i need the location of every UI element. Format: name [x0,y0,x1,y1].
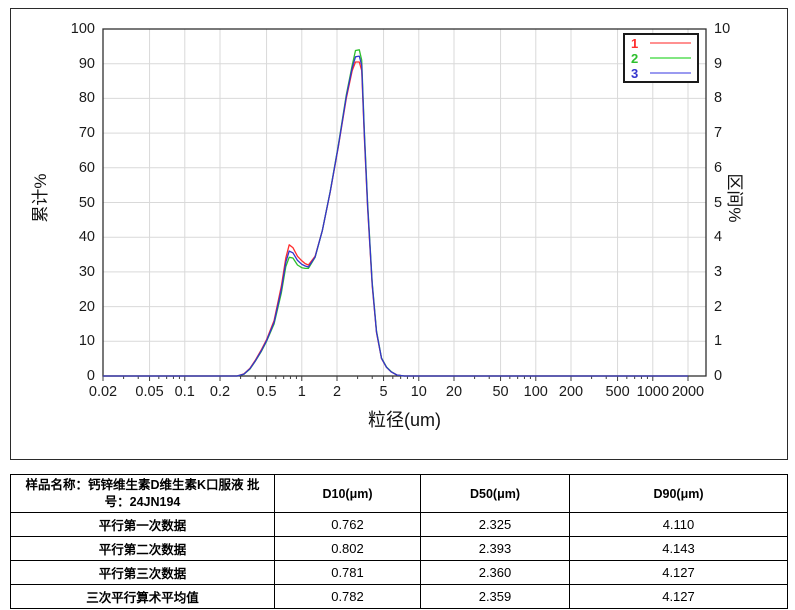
left-y-tick-label: 80 [49,90,95,106]
d10-value: 0.782 [275,585,421,609]
x-tick-label: 20 [430,384,478,400]
legend-series1-label: 1 [631,37,641,50]
x-tick-label: 2 [313,384,361,400]
left-y-tick-label: 10 [49,333,95,349]
d50-value: 2.325 [421,513,570,537]
d90-value: 4.143 [570,537,788,561]
d10-header-cell: D10(μm) [275,475,421,513]
x-tick-label: 2000 [664,384,712,400]
d50-value: 2.359 [421,585,570,609]
report-page: 0.020.050.10.20.512510205010020050010002… [0,0,795,610]
x-tick-label: 0.02 [79,384,127,400]
legend-series1-line-sample [650,42,691,44]
left-y-tick-label: 90 [49,56,95,72]
left-y-tick-label: 100 [49,21,95,37]
d10-value: 0.762 [275,513,421,537]
x-tick-label: 0.2 [196,384,244,400]
right-y-tick-label: 7 [714,125,744,141]
d90-value: 4.127 [570,561,788,585]
right-y-tick-label: 2 [714,299,744,315]
results-table: 样品名称：钙锌维生素D维生素K口服液 批号：24JN194 D10(μm) D5… [10,474,788,609]
row-label: 平行第三次数据 [11,561,275,585]
left-y-tick-label: 20 [49,299,95,315]
legend-item-series1: 1 [625,36,697,50]
left-y-tick-label: 40 [49,229,95,245]
legend-series3-line-sample [650,72,691,74]
left-y-tick-label: 30 [49,264,95,280]
d90-header-cell: D90(μm) [570,475,788,513]
left-y-tick-label: 70 [49,125,95,141]
right-y-tick-label: 8 [714,90,744,106]
table-row: 平行第三次数据 0.781 2.360 4.127 [11,561,788,585]
particle-size-chart: 0.020.050.10.20.512510205010020050010002… [10,8,788,460]
right-y-tick-label: 9 [714,56,744,72]
sample-name-header-cell: 样品名称：钙锌维生素D维生素K口服液 批号：24JN194 [11,475,275,513]
left-y-tick-label: 0 [49,368,95,384]
table-row: 平行第二次数据 0.802 2.393 4.143 [11,537,788,561]
right-y-tick-label: 10 [714,21,744,37]
left-y-tick-label: 50 [49,195,95,211]
table-header-row: 样品名称：钙锌维生素D维生素K口服液 批号：24JN194 D10(μm) D5… [11,475,788,513]
d50-value: 2.360 [421,561,570,585]
table-row: 三次平行算术平均值 0.782 2.359 4.127 [11,585,788,609]
right-y-tick-label: 0 [714,368,744,384]
d50-header-cell: D50(μm) [421,475,570,513]
d90-value: 4.127 [570,585,788,609]
right-y-tick-label: 1 [714,333,744,349]
d90-value: 4.110 [570,513,788,537]
x-axis-title: 粒径(um) [103,406,706,432]
row-label: 三次平行算术平均值 [11,585,275,609]
d10-value: 0.802 [275,537,421,561]
legend-item-series3: 3 [625,66,697,80]
left-y-tick-label: 60 [49,160,95,176]
row-label: 平行第一次数据 [11,513,275,537]
right-y-tick-label: 3 [714,264,744,280]
left-axis-title: 累计% [28,161,54,235]
legend-series2-line-sample [650,57,691,59]
d50-value: 2.393 [421,537,570,561]
x-tick-label: 200 [547,384,595,400]
d10-value: 0.781 [275,561,421,585]
legend-series3-label: 3 [631,67,641,80]
legend-item-series2: 2 [625,51,697,65]
right-axis-title: 区间% [721,161,747,235]
table-row: 平行第一次数据 0.762 2.325 4.110 [11,513,788,537]
legend: 1 2 3 [623,33,699,83]
legend-series2-label: 2 [631,52,641,65]
row-label: 平行第二次数据 [11,537,275,561]
